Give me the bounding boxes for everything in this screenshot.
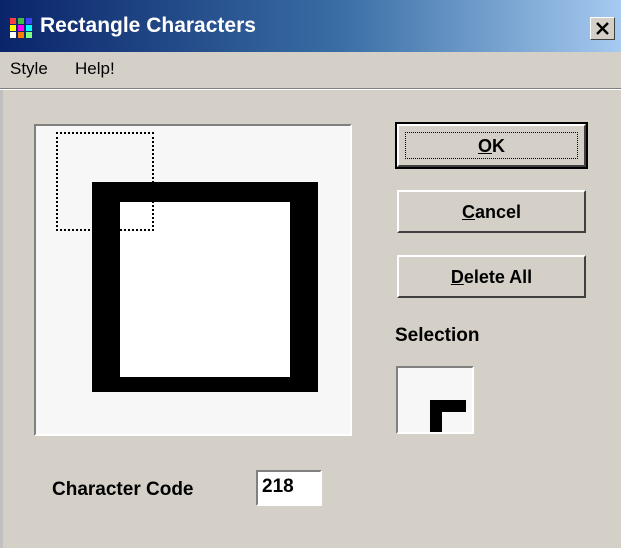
menu-separator [0,88,621,90]
cell-selection-marquee[interactable] [56,132,154,231]
cancel-label: ancel [474,201,522,222]
window-left-edge [0,90,3,548]
window-title: Rectangle Characters [40,14,256,37]
ok-button[interactable]: OK [395,122,588,169]
corner-glyph-vertical [430,400,442,432]
cancel-mnemonic: C [461,201,475,222]
title-bar[interactable]: Rectangle Characters [0,0,621,52]
close-button[interactable] [590,17,615,40]
menu-style[interactable]: Style [10,59,48,79]
character-code-field[interactable]: 218 [256,470,322,506]
menu-help[interactable]: Help! [75,59,115,79]
selection-preview [396,366,474,434]
character-code-label: Character Code [52,479,194,500]
menu-bar: Style Help! [0,52,621,88]
delete-all-label: elete All [463,266,533,287]
cancel-button[interactable]: Cancel [397,190,586,233]
character-preview-canvas[interactable] [34,124,352,436]
focus-rectangle [405,132,578,159]
delete-all-button[interactable]: Delete All [397,255,586,298]
close-icon [596,22,609,35]
selection-label: Selection [395,325,480,346]
app-grid-icon [10,18,32,38]
delete-all-mnemonic: D [450,266,464,287]
